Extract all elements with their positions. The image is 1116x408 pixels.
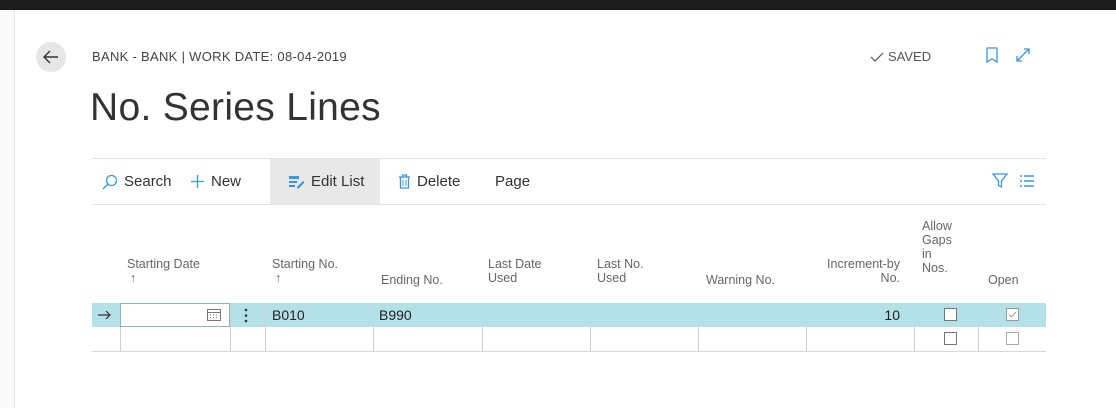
cell-divider	[230, 327, 231, 351]
cell-divider	[230, 303, 231, 327]
col-label: No.	[880, 271, 900, 285]
page-label: Page	[495, 173, 531, 190]
col-label: Warning No.	[706, 273, 776, 287]
action-bar: Search New Edit List Delete Page	[92, 158, 1046, 205]
breadcrumb: BANK - BANK | WORK DATE: 08-04-2019	[92, 49, 347, 64]
col-header-starting-date[interactable]: Starting Date ↑	[127, 257, 200, 285]
window-top-bar	[0, 0, 1116, 10]
col-header-starting-no[interactable]: Starting No. ↑	[272, 257, 338, 285]
cell-divider	[590, 327, 591, 351]
col-label: Ending No.	[381, 273, 443, 287]
col-label: Nos.	[922, 261, 948, 275]
col-header-open[interactable]: Open	[988, 273, 1019, 287]
table-row[interactable]	[92, 327, 1046, 352]
col-header-increment-by[interactable]: Increment-by No.	[812, 257, 900, 285]
edit-list-icon	[289, 175, 305, 188]
page-title: No. Series Lines	[90, 86, 381, 129]
allow-gaps-checkbox[interactable]	[944, 332, 957, 345]
col-label: Used	[488, 271, 518, 285]
col-header-last-no-used[interactable]: Last No. Used	[597, 257, 644, 285]
search-button[interactable]: Search	[102, 159, 172, 204]
cell-divider	[265, 303, 266, 327]
col-label: Gaps	[922, 233, 952, 247]
search-icon	[102, 174, 118, 189]
search-label: Search	[124, 173, 172, 190]
allow-gaps-checkbox[interactable]	[944, 308, 957, 321]
col-header-last-date-used[interactable]: Last Date Used	[488, 257, 542, 285]
cell-divider	[698, 327, 699, 351]
bookmark-icon[interactable]	[985, 47, 999, 63]
col-label: in	[922, 247, 932, 261]
cell-divider	[482, 327, 483, 351]
delete-label: Delete	[417, 173, 461, 190]
open-checkbox[interactable]	[1006, 332, 1019, 345]
checkmark-icon	[1008, 311, 1017, 318]
starting-no-cell[interactable]: B010	[272, 307, 305, 323]
col-label: Last No.	[597, 257, 644, 271]
checkmark-icon	[870, 52, 884, 62]
col-label: Open	[988, 273, 1019, 287]
cell-divider	[120, 327, 121, 351]
cell-divider	[265, 327, 266, 351]
increment-by-cell[interactable]: 10	[868, 307, 900, 323]
starting-date-input[interactable]	[120, 303, 230, 327]
sort-arrow-icon: ↑	[130, 271, 137, 285]
trash-icon	[399, 174, 410, 189]
saved-status: SAVED	[870, 49, 931, 64]
col-label: Allow	[922, 219, 952, 233]
col-label: Increment-by	[827, 257, 900, 271]
col-label: Used	[597, 271, 627, 285]
cell-divider	[373, 327, 374, 351]
cell-divider	[806, 327, 807, 351]
ending-no-cell[interactable]: B990	[379, 307, 412, 323]
back-arrow-icon	[43, 50, 58, 64]
cell-divider	[978, 327, 979, 351]
plus-icon	[191, 175, 204, 188]
open-checkbox[interactable]	[1006, 308, 1019, 321]
back-button[interactable]	[36, 42, 66, 72]
new-button[interactable]: New	[190, 159, 241, 204]
current-row-arrow-icon	[98, 310, 111, 320]
sort-arrow-icon: ↑	[275, 271, 282, 285]
calendar-icon[interactable]	[207, 308, 221, 321]
filter-icon[interactable]	[992, 173, 1008, 189]
left-panel-edge	[0, 10, 15, 408]
expand-icon[interactable]	[1015, 47, 1031, 63]
edit-list-button[interactable]: Edit List	[270, 159, 380, 204]
col-header-allow-gaps[interactable]: Allow Gaps in Nos.	[922, 219, 952, 275]
more-options-icon[interactable]	[244, 308, 248, 323]
edit-list-label: Edit List	[311, 173, 365, 190]
col-label: Starting No.	[272, 257, 339, 271]
new-label: New	[211, 173, 242, 190]
saved-label: SAVED	[888, 49, 932, 64]
delete-button[interactable]: Delete	[398, 159, 460, 204]
col-label: Starting Date	[127, 257, 200, 271]
col-header-warning-no[interactable]: Warning No.	[706, 273, 775, 287]
page-menu[interactable]: Page	[495, 159, 530, 204]
col-label: Last Date	[488, 257, 542, 271]
list-view-icon[interactable]	[1020, 175, 1034, 187]
cell-divider	[914, 327, 915, 351]
table-row[interactable]: B010 B990 10	[92, 303, 1046, 327]
col-header-ending-no[interactable]: Ending No.	[381, 273, 443, 287]
